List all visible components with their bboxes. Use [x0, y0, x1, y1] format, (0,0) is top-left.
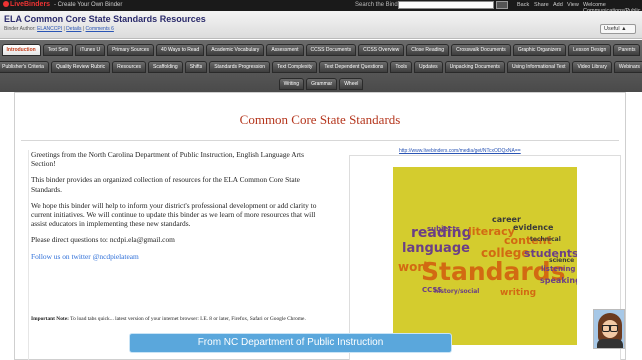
- page-title: Common Core State Standards: [239, 112, 401, 127]
- binder-title: ELA Common Core State Standards Resource…: [4, 14, 206, 24]
- video-caption: From NC Department of Public Instruction: [129, 333, 452, 353]
- greeting-paragraph: Greetings from the North Carolina Depart…: [31, 150, 304, 169]
- comments-link[interactable]: Comments 6: [86, 26, 114, 32]
- search-button[interactable]: [496, 1, 508, 9]
- tab-wheel[interactable]: Wheel: [339, 78, 364, 90]
- tab-40-ways[interactable]: 40 Ways to Read: [156, 44, 205, 56]
- tab-lesson-design[interactable]: Lesson Design: [568, 44, 612, 56]
- binder-page: Common Core State Standards Greetings fr…: [14, 92, 626, 360]
- tab-publishers-criteria[interactable]: Publisher's Criteria: [0, 61, 49, 73]
- binder-header: ELA Common Core State Standards Resource…: [0, 11, 642, 39]
- tab-informational-text[interactable]: Using Informational Text: [506, 61, 571, 73]
- wordcloud-image: reading literacy content evidence career…: [393, 167, 577, 345]
- wordcloud-frame: reading literacy content evidence career…: [349, 155, 621, 360]
- tab-row-1: Introduction Text Sets iTunes U Primary …: [0, 44, 642, 56]
- wordcloud-word: writing: [500, 288, 537, 298]
- tab-text-sets[interactable]: Text Sets: [42, 44, 74, 56]
- author-link[interactable]: ELANCCPI: [37, 26, 62, 32]
- tagline: - Create Your Own Binder: [54, 2, 123, 8]
- tab-parents[interactable]: Parents: [613, 44, 641, 56]
- welcome-text: Greetings from the North Carolina Depart…: [28, 150, 322, 360]
- tab-standards-progression[interactable]: Standards Progression: [209, 61, 271, 73]
- wordcloud-word: subjects: [427, 225, 460, 233]
- wordcloud-word: speaking: [540, 276, 577, 285]
- binder-tabs: Introduction Text Sets iTunes U Primary …: [0, 40, 642, 92]
- tab-introduction[interactable]: Introduction: [1, 44, 41, 56]
- wordcloud-word: language: [402, 241, 470, 256]
- tab-scaffolding[interactable]: Scaffolding: [148, 61, 183, 73]
- nav-add[interactable]: Add: [553, 2, 563, 8]
- useful-button[interactable]: Useful ▲: [600, 24, 636, 34]
- tab-row-3: Writing Grammar Wheel: [0, 78, 642, 90]
- nav-share[interactable]: Share: [534, 2, 549, 8]
- tab-text-dependent-questions[interactable]: Text Dependent Questions: [319, 61, 389, 73]
- search-input[interactable]: [398, 1, 494, 9]
- tab-shifts[interactable]: Shifts: [184, 61, 208, 73]
- wordcloud-word: CCSS: [422, 286, 443, 294]
- tab-assessment[interactable]: Assessment: [266, 44, 304, 56]
- tab-ccss-overview[interactable]: CCSS Overview: [358, 44, 405, 56]
- thumbs-up-icon: ▲: [621, 26, 627, 32]
- twitter-link[interactable]: Follow us on twitter @ncdpielateam: [31, 252, 322, 261]
- tab-academic-vocabulary[interactable]: Academic Vocabulary: [206, 44, 265, 56]
- wordcloud-word: career: [492, 215, 521, 224]
- logo-circle-icon: [3, 1, 9, 7]
- tab-tools[interactable]: Tools: [390, 61, 412, 73]
- app-topbar: LiveBinders - Create Your Own Binder Sea…: [0, 0, 642, 14]
- tab-graphic-organizers[interactable]: Graphic Organizers: [512, 44, 567, 56]
- purpose-paragraph: This binder provides an organized collec…: [31, 175, 300, 194]
- heading-divider: [21, 140, 619, 141]
- image-source-link[interactable]: http://www.livebinders.com/media/get/NTc…: [399, 148, 521, 154]
- contact-paragraph: Please direct questions to: ncdpi.ela@gm…: [31, 235, 175, 245]
- tab-crosswalk[interactable]: Crosswalk Documents: [451, 44, 511, 56]
- details-link[interactable]: Details: [66, 26, 81, 32]
- tab-video-library[interactable]: Video Library: [572, 61, 612, 73]
- tab-quality-review[interactable]: Quality Review Rubric: [50, 61, 111, 73]
- tab-row-2: Publisher's Criteria Quality Review Rubr…: [0, 61, 642, 73]
- tab-writing[interactable]: Writing: [278, 78, 305, 90]
- tab-close-reading[interactable]: Close Reading: [406, 44, 450, 56]
- tab-primary-sources[interactable]: Primary Sources: [107, 44, 155, 56]
- important-note: Important Note: To load tabs quick... la…: [31, 316, 306, 322]
- tab-webinars[interactable]: Webinars: [613, 61, 642, 73]
- tab-resources[interactable]: Resources: [112, 61, 147, 73]
- wordcloud-word: science: [549, 257, 575, 264]
- wordcloud-word: listening: [541, 265, 576, 273]
- tab-updates[interactable]: Updates: [414, 61, 443, 73]
- tab-itunes-u[interactable]: iTunes U: [75, 44, 106, 56]
- hope-paragraph: We hope this binder will help to inform …: [31, 200, 317, 229]
- presenter-avatar: [593, 309, 625, 349]
- tab-ccss-documents[interactable]: CCSS Documents: [305, 44, 357, 56]
- livebinders-logo[interactable]: LiveBinders: [3, 1, 50, 8]
- wordcloud-word: evidence: [513, 223, 554, 232]
- tab-grammar[interactable]: Grammar: [306, 78, 338, 90]
- binder-meta: Binder Author: ELANCCPI | Details | Comm…: [4, 26, 114, 32]
- tab-unpacking-documents[interactable]: Unpacking Documents: [444, 61, 505, 73]
- tab-text-complexity[interactable]: Text Complexity: [272, 61, 318, 73]
- wordcloud-word: technical: [530, 236, 561, 243]
- wordcloud-word: work: [398, 260, 432, 274]
- nav-back[interactable]: Back: [517, 2, 529, 8]
- nav-view[interactable]: View: [567, 2, 579, 8]
